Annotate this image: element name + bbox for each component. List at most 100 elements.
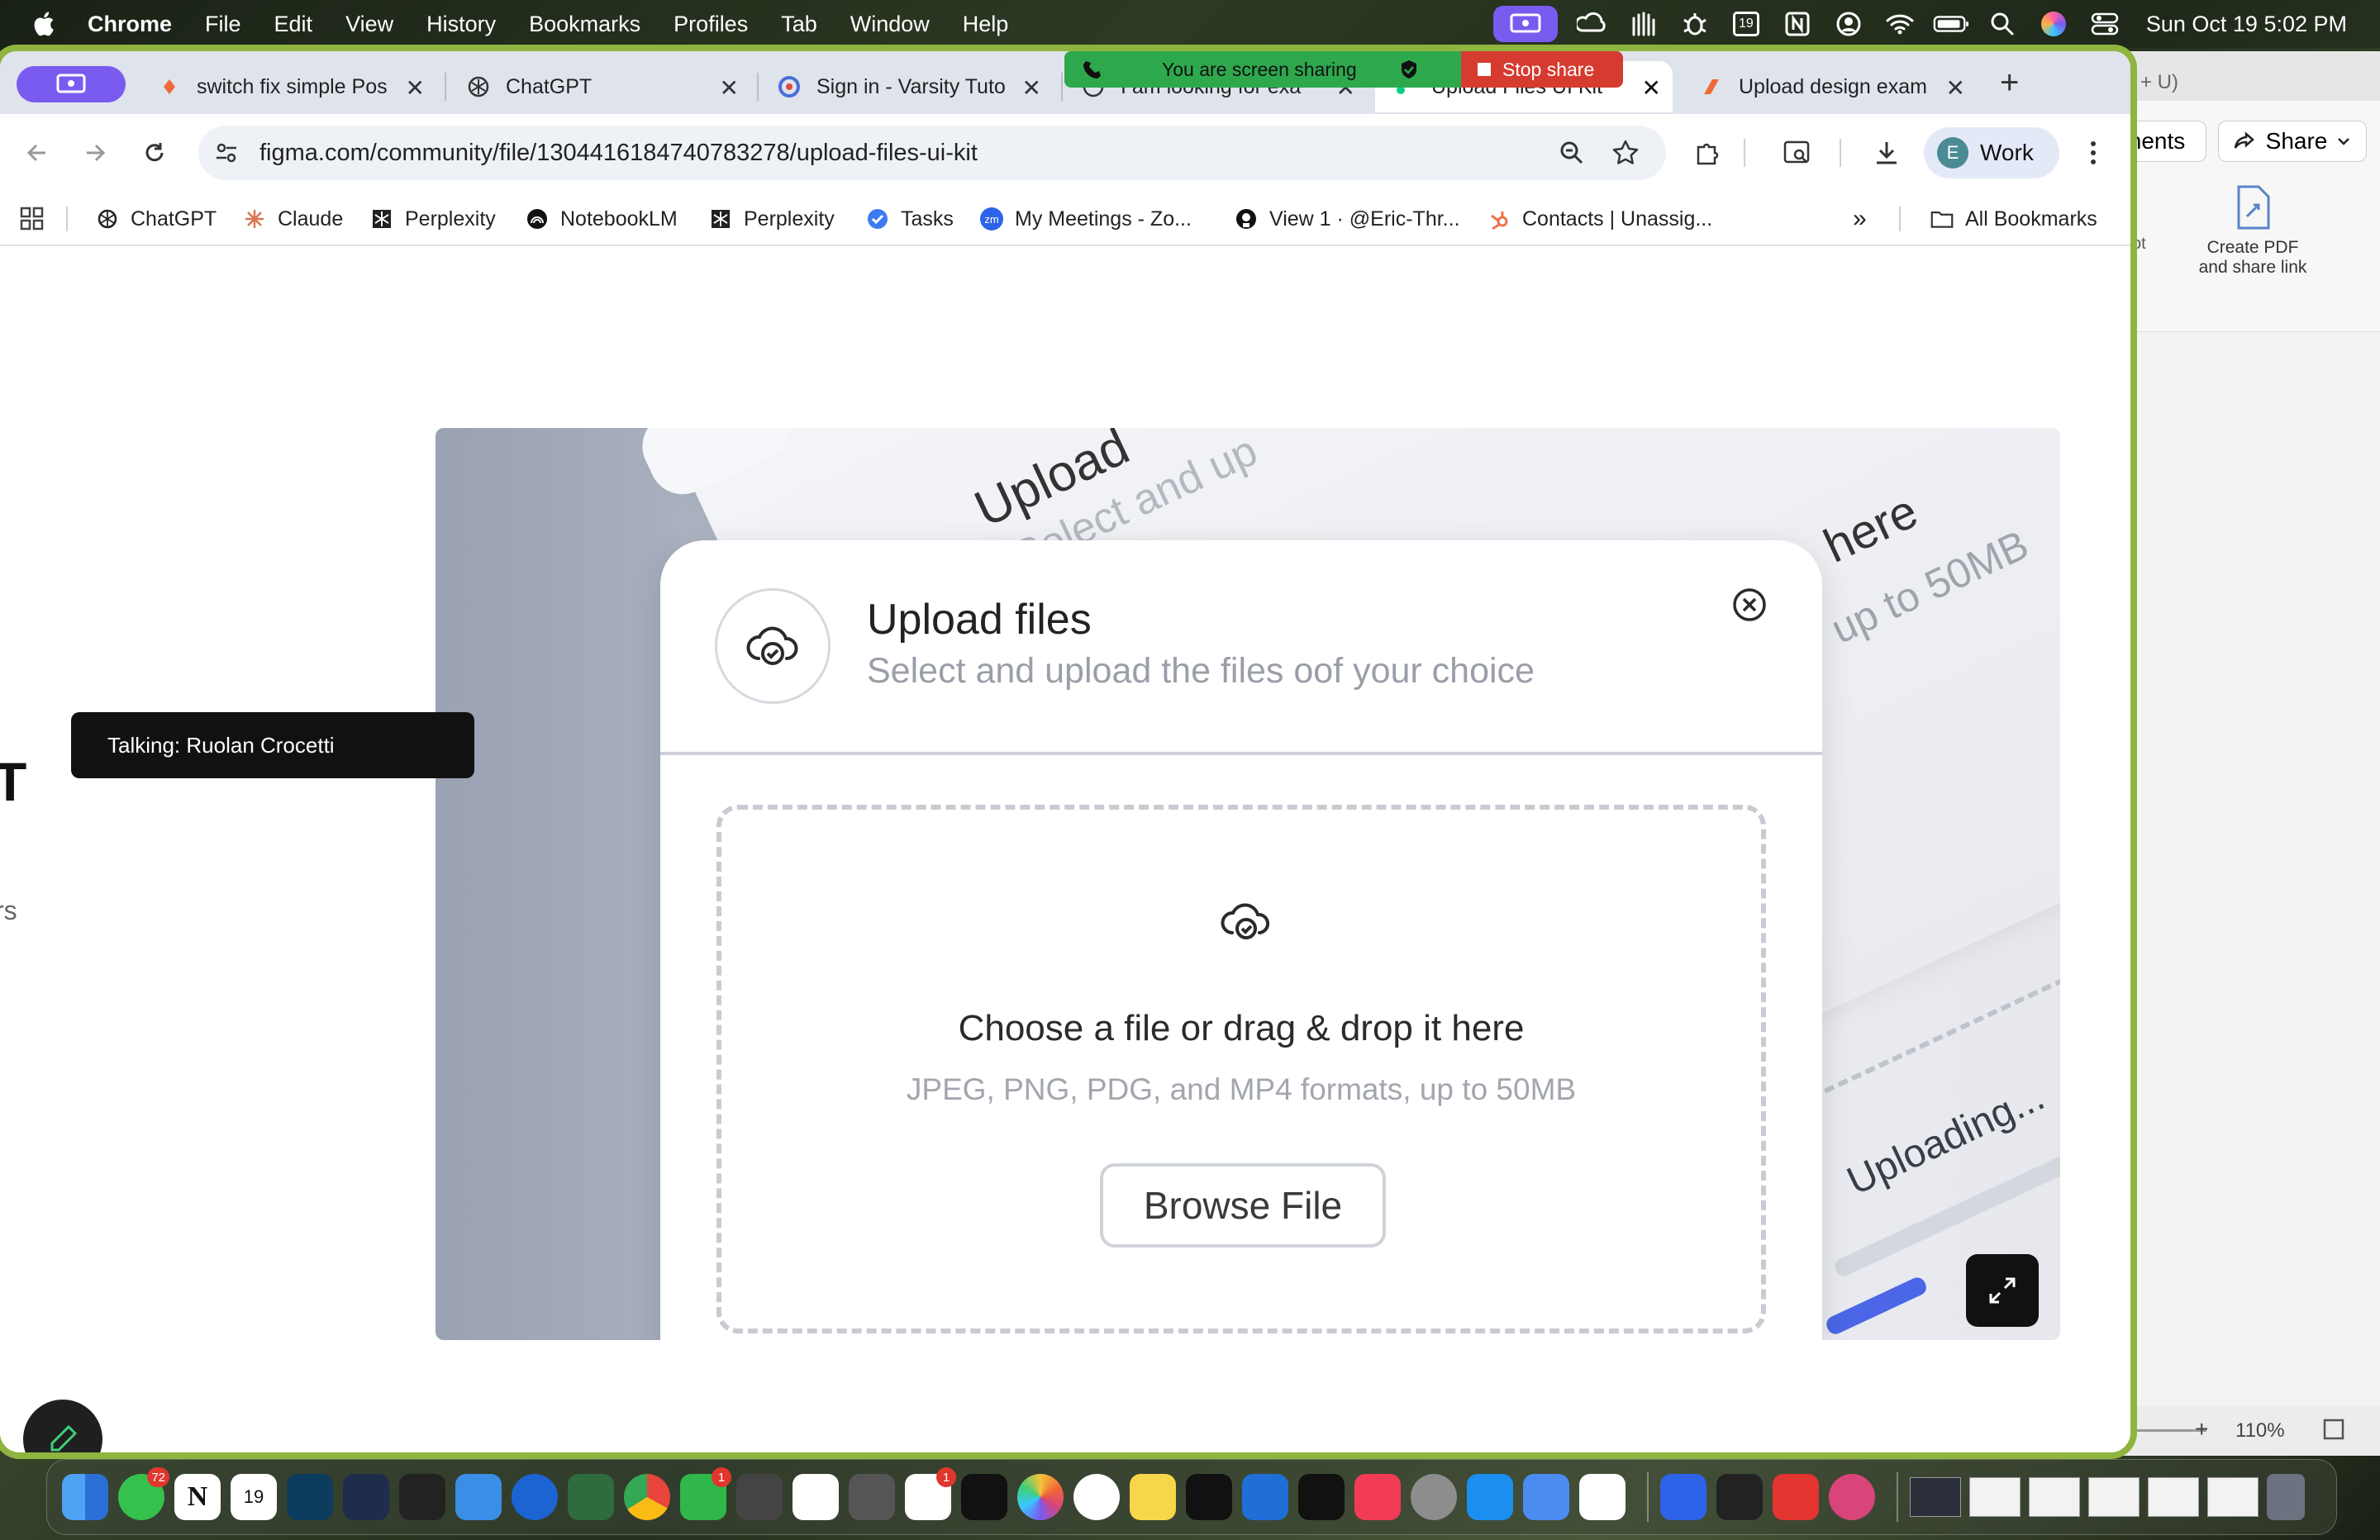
zoom-in-icon[interactable]: + [2195,1416,2208,1443]
bookmark-notebooklm[interactable]: NotebookLM [526,203,678,235]
bookmark-hubspot-contacts[interactable]: Contacts | Unassig... [1488,203,1712,235]
share-button[interactable]: Share [2218,121,2367,162]
pdf-expert-icon[interactable] [1829,1474,1875,1520]
tab-search-button[interactable] [17,66,126,102]
user-account-icon[interactable] [1830,6,1867,42]
back-button[interactable] [17,132,58,173]
menu-edit[interactable]: Edit [274,12,313,37]
audio-app-icon[interactable] [793,1474,839,1520]
hands-icon[interactable] [1626,6,1662,42]
battery-icon[interactable] [1933,6,1969,42]
chrome-menu-button[interactable] [2073,132,2114,173]
close-tab-icon[interactable]: ✕ [1642,74,1661,102]
minimized-window-thumbnail[interactable] [2029,1477,2080,1517]
contacts-app-icon[interactable] [849,1474,895,1520]
close-tab-icon[interactable]: ✕ [1946,74,1965,102]
calendar-status-icon[interactable]: 19 [1728,6,1764,42]
menu-tab[interactable]: Tab [781,12,817,37]
close-modal-icon[interactable] [1731,587,1768,623]
zoom-app-icon[interactable] [1660,1474,1706,1520]
more-bookmarks-button[interactable]: » [1853,203,1867,235]
menu-profiles[interactable]: Profiles [674,12,748,37]
bookmark-tasks[interactable]: Tasks [866,203,954,235]
minimized-window-thumbnail[interactable] [2088,1477,2140,1517]
url-text[interactable]: figma.com/community/file/130441618474078… [259,140,978,167]
siri-icon[interactable] [2035,6,2072,42]
forward-button[interactable] [74,132,116,173]
chatgpt-app-icon[interactable] [1073,1474,1120,1520]
close-tab-icon[interactable]: ✕ [1022,74,1041,102]
menu-app-name[interactable]: Chrome [88,12,172,37]
reminders-icon[interactable]: 1 [905,1467,956,1520]
bookmark-chatgpt[interactable]: ChatGPT [96,203,217,235]
preview-app-icon[interactable] [1523,1474,1569,1520]
app-store-icon[interactable] [1467,1474,1513,1520]
profile-button[interactable]: E Work [1924,127,2059,178]
bookmark-perplexity[interactable]: Perplexity [370,203,496,235]
tab-upload-design-example[interactable]: Upload design exam ✕ [1683,61,1977,112]
trash-icon[interactable] [2267,1474,2305,1520]
notes-stack-icon[interactable] [961,1474,1007,1520]
annotate-button[interactable] [23,1400,102,1452]
creative-cloud-icon[interactable] [1574,6,1611,42]
minimized-window-thumbnail[interactable] [1910,1477,1961,1517]
facetime-icon[interactable]: 1 [680,1467,731,1520]
messages-icon[interactable]: 72 [118,1467,169,1520]
create-pdf-tool[interactable]: Create PDF and share link [2187,183,2319,278]
menubar-clock[interactable]: Sun Oct 19 5:02 PM [2146,12,2347,37]
menu-file[interactable]: File [205,12,241,37]
bug-icon[interactable] [1677,6,1713,42]
reload-button[interactable] [134,132,175,173]
terminal-icon[interactable] [1716,1474,1763,1520]
extensions-button[interactable] [1687,132,1729,173]
downloads-button[interactable] [1866,132,1907,173]
minimized-window-thumbnail[interactable] [2207,1477,2259,1517]
bookmark-zoom-meetings[interactable]: zm My Meetings - Zo... [980,203,1192,235]
apple-tv-icon[interactable] [1298,1474,1345,1520]
launchpad-icon[interactable] [399,1474,445,1520]
fit-page-icon[interactable] [2322,1418,2345,1441]
site-info-icon[interactable] [213,140,240,166]
spotlight-search-icon[interactable] [1984,6,2021,42]
control-center-icon[interactable] [2087,6,2123,42]
lasso-app-icon[interactable] [287,1474,333,1520]
acrobat-icon[interactable] [1773,1474,1819,1520]
file-drop-zone[interactable]: Choose a file or drag & drop it here JPE… [716,805,1766,1333]
stop-share-button[interactable]: Stop share [1461,51,1623,88]
menu-window[interactable]: Window [850,12,930,37]
apps-button[interactable] [20,203,45,235]
system-settings-icon[interactable] [1411,1474,1457,1520]
close-tab-icon[interactable]: ✕ [406,74,425,102]
new-tab-button[interactable]: + [2000,64,2019,102]
photos-icon[interactable] [1017,1474,1064,1520]
wifi-icon[interactable] [1882,6,1918,42]
cursor-app-icon[interactable] [1186,1474,1232,1520]
tab-search-toolbar-button[interactable] [1777,132,1818,173]
stickies-icon[interactable] [1130,1474,1176,1520]
all-bookmarks-button[interactable]: All Bookmarks [1930,203,2097,235]
browse-file-button[interactable]: Browse File [1100,1163,1386,1248]
menu-bookmarks[interactable]: Bookmarks [529,12,640,37]
close-tab-icon[interactable]: ✕ [720,74,739,102]
zoom-icon[interactable] [1559,140,1585,166]
vscode-icon[interactable] [1242,1474,1288,1520]
menu-help[interactable]: Help [963,12,1009,37]
tab-varsity-signin[interactable]: Sign in - Varsity Tuto ✕ [769,61,1053,112]
server-app-icon[interactable] [736,1474,783,1520]
tab-chatgpt[interactable]: ChatGPT ✕ [458,61,750,112]
notion-status-icon[interactable] [1779,6,1816,42]
screen-share-status-icon[interactable] [1492,6,1558,42]
finder-icon[interactable] [62,1474,108,1520]
apple-icon[interactable] [31,10,60,38]
address-bar[interactable]: figma.com/community/file/130441618474078… [198,126,1666,180]
music-icon[interactable] [1354,1474,1401,1520]
safari-icon[interactable] [512,1474,558,1520]
reading-app-icon[interactable] [568,1474,614,1520]
bookmark-perplexity-2[interactable]: Perplexity [709,203,835,235]
bookmark-claude[interactable]: Claude [243,203,343,235]
chrome-app-icon[interactable] [624,1474,670,1520]
calendar-app-icon[interactable]: 19 [231,1474,277,1520]
mail-icon[interactable] [455,1474,502,1520]
perplexity-app-icon[interactable] [343,1474,389,1520]
menu-view[interactable]: View [345,12,393,37]
